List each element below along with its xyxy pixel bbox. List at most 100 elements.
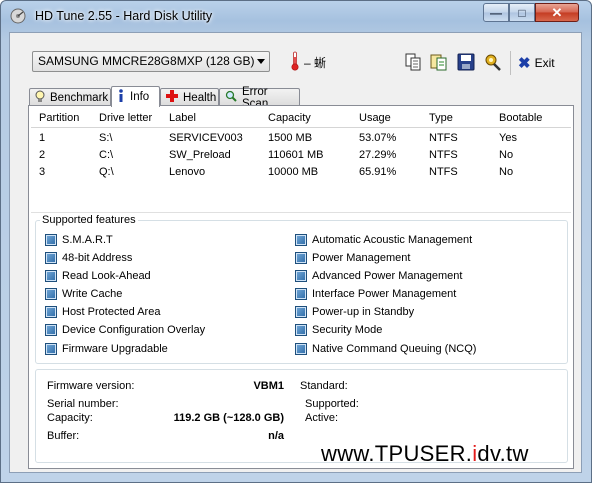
feature-label: Power-up in Standby	[312, 306, 415, 318]
column-header[interactable]: Bootable	[499, 112, 542, 124]
app-icon	[10, 8, 26, 24]
table-cell: Yes	[499, 132, 517, 144]
feature-label: Security Mode	[312, 324, 383, 336]
checkbox-icon	[295, 234, 307, 246]
column-header[interactable]: Drive letter	[99, 112, 152, 124]
column-header[interactable]: Usage	[359, 112, 391, 124]
feature-item: Automatic Acoustic Management	[295, 234, 472, 246]
checkbox-icon	[45, 306, 57, 318]
temperature-readout: – 蜥	[304, 56, 327, 70]
column-header[interactable]: Type	[429, 112, 453, 124]
feature-label: Native Command Queuing (NCQ)	[312, 343, 477, 355]
checkbox-icon	[295, 252, 307, 264]
exit-x-icon: ✖	[518, 55, 531, 72]
table-cell: 1500 MB	[268, 132, 313, 144]
table-header: Partition Drive letter Label Capacity Us…	[31, 108, 571, 128]
serial-label: Serial number:	[47, 398, 119, 410]
feature-item: Device Configuration Overlay	[45, 324, 205, 336]
feature-item: Firmware Upgradable	[45, 343, 168, 355]
buffer-label: Buffer:	[47, 430, 80, 442]
toolbar-separator	[510, 51, 511, 75]
feature-item: Read Look-Ahead	[45, 270, 151, 282]
feature-item: Power Management	[295, 252, 410, 264]
table-cell: No	[499, 149, 514, 161]
minimize-icon: —	[490, 5, 502, 20]
copy-info-icon[interactable]	[402, 51, 424, 73]
feature-label: Device Configuration Overlay	[62, 324, 206, 336]
tab-label: Health	[183, 91, 217, 104]
table-cell: NTFS	[429, 132, 458, 144]
tab-benchmark[interactable]: Benchmark	[29, 88, 111, 106]
firmware-label: Firmware version:	[47, 380, 135, 392]
table-row[interactable]: 3 Q:\ Lenovo 10000 MB 65.91% NTFS No	[31, 164, 571, 181]
feature-item: S.M.A.R.T	[45, 234, 113, 246]
table-row[interactable]: 2 C:\ SW_Preload 110601 MB 27.29% NTFS N…	[31, 147, 571, 164]
close-button[interactable]: ✕	[535, 3, 579, 22]
table-cell: 1	[39, 132, 46, 144]
info-panel: Partition Drive letter Label Capacity Us…	[28, 105, 574, 469]
checkbox-icon	[45, 343, 57, 355]
save-icon[interactable]	[455, 51, 477, 73]
thermometer-icon	[291, 51, 299, 71]
table-cell: 2	[39, 149, 46, 161]
minimize-button[interactable]: —	[483, 3, 509, 22]
lightbulb-icon	[35, 90, 45, 106]
app-window: HD Tune 2.55 - Hard Disk Utility — □ ✕ S…	[0, 0, 592, 483]
feature-item: Write Cache	[45, 288, 122, 300]
feature-label: S.M.A.R.T	[62, 234, 113, 246]
checkbox-icon	[45, 324, 57, 336]
column-header[interactable]: Label	[169, 112, 196, 124]
checkbox-icon	[45, 288, 57, 300]
maximize-button[interactable]: □	[509, 3, 535, 22]
watermark-suffix: dv.tw	[477, 441, 529, 466]
tab-error-scan[interactable]: Error Scan	[219, 86, 300, 110]
feature-label: Advanced Power Management	[312, 270, 463, 282]
feature-label: 48-bit Address	[62, 252, 133, 264]
table-cell: SW_Preload	[169, 149, 231, 161]
feature-label: Firmware Upgradable	[62, 343, 168, 355]
exit-button[interactable]: ✖ Exit	[518, 52, 555, 74]
feature-label: Read Look-Ahead	[62, 270, 151, 282]
feature-label: Automatic Acoustic Management	[312, 234, 473, 246]
supported-label: Supported:	[305, 398, 359, 410]
table-cell: 65.91%	[359, 166, 397, 178]
feature-item: 48-bit Address	[45, 252, 132, 264]
tab-label: Benchmark	[50, 91, 109, 104]
tab-health[interactable]: Health	[160, 88, 219, 106]
window-title: HD Tune 2.55 - Hard Disk Utility	[35, 9, 213, 23]
tab-label: Info	[130, 91, 150, 103]
checkbox-icon	[295, 306, 307, 318]
capacity-label: Capacity:	[47, 412, 93, 424]
partition-table: Partition Drive letter Label Capacity Us…	[31, 108, 571, 213]
checkbox-icon	[295, 324, 307, 336]
table-row[interactable]: 1 S:\ SERVICEV003 1500 MB 53.07% NTFS Ye…	[31, 130, 571, 147]
feature-item: Host Protected Area	[45, 306, 160, 318]
supported-features-group: Supported features S.M.A.R.T 48-bit Addr…	[35, 214, 568, 364]
checkbox-icon	[45, 252, 57, 264]
feature-item: Native Command Queuing (NCQ)	[295, 343, 476, 355]
drive-select[interactable]: SAMSUNG MMCRE28G8MXP (128 GB)	[32, 51, 270, 72]
options-icon[interactable]	[482, 51, 504, 73]
tab-info[interactable]: Info	[111, 86, 160, 107]
table-cell: No	[499, 166, 514, 178]
table-cell: 10000 MB	[268, 166, 319, 178]
close-icon: ✕	[551, 4, 563, 20]
column-header[interactable]: Capacity	[268, 112, 311, 124]
checkbox-icon	[45, 234, 57, 246]
feature-label: Interface Power Management	[312, 288, 457, 300]
feature-item: Power-up in Standby	[295, 306, 414, 318]
magnifier-icon	[225, 90, 237, 105]
info-icon	[117, 88, 125, 106]
feature-label: Write Cache	[62, 288, 123, 300]
client-area: SAMSUNG MMCRE28G8MXP (128 GB) – 蜥 ✖ Exit…	[9, 32, 582, 473]
table-cell: 27.29%	[359, 149, 397, 161]
feature-label: Host Protected Area	[62, 306, 161, 318]
table-cell: 110601 MB	[268, 149, 324, 161]
checkbox-icon	[295, 270, 307, 282]
column-header[interactable]: Partition	[39, 112, 79, 124]
table-cell: 53.07%	[359, 132, 397, 144]
title-bar[interactable]: HD Tune 2.55 - Hard Disk Utility — □ ✕	[1, 1, 591, 33]
copy-all-icon[interactable]	[428, 51, 450, 73]
feature-item: Advanced Power Management	[295, 270, 462, 282]
watermark-prefix: www.TPUSER.	[321, 441, 473, 466]
